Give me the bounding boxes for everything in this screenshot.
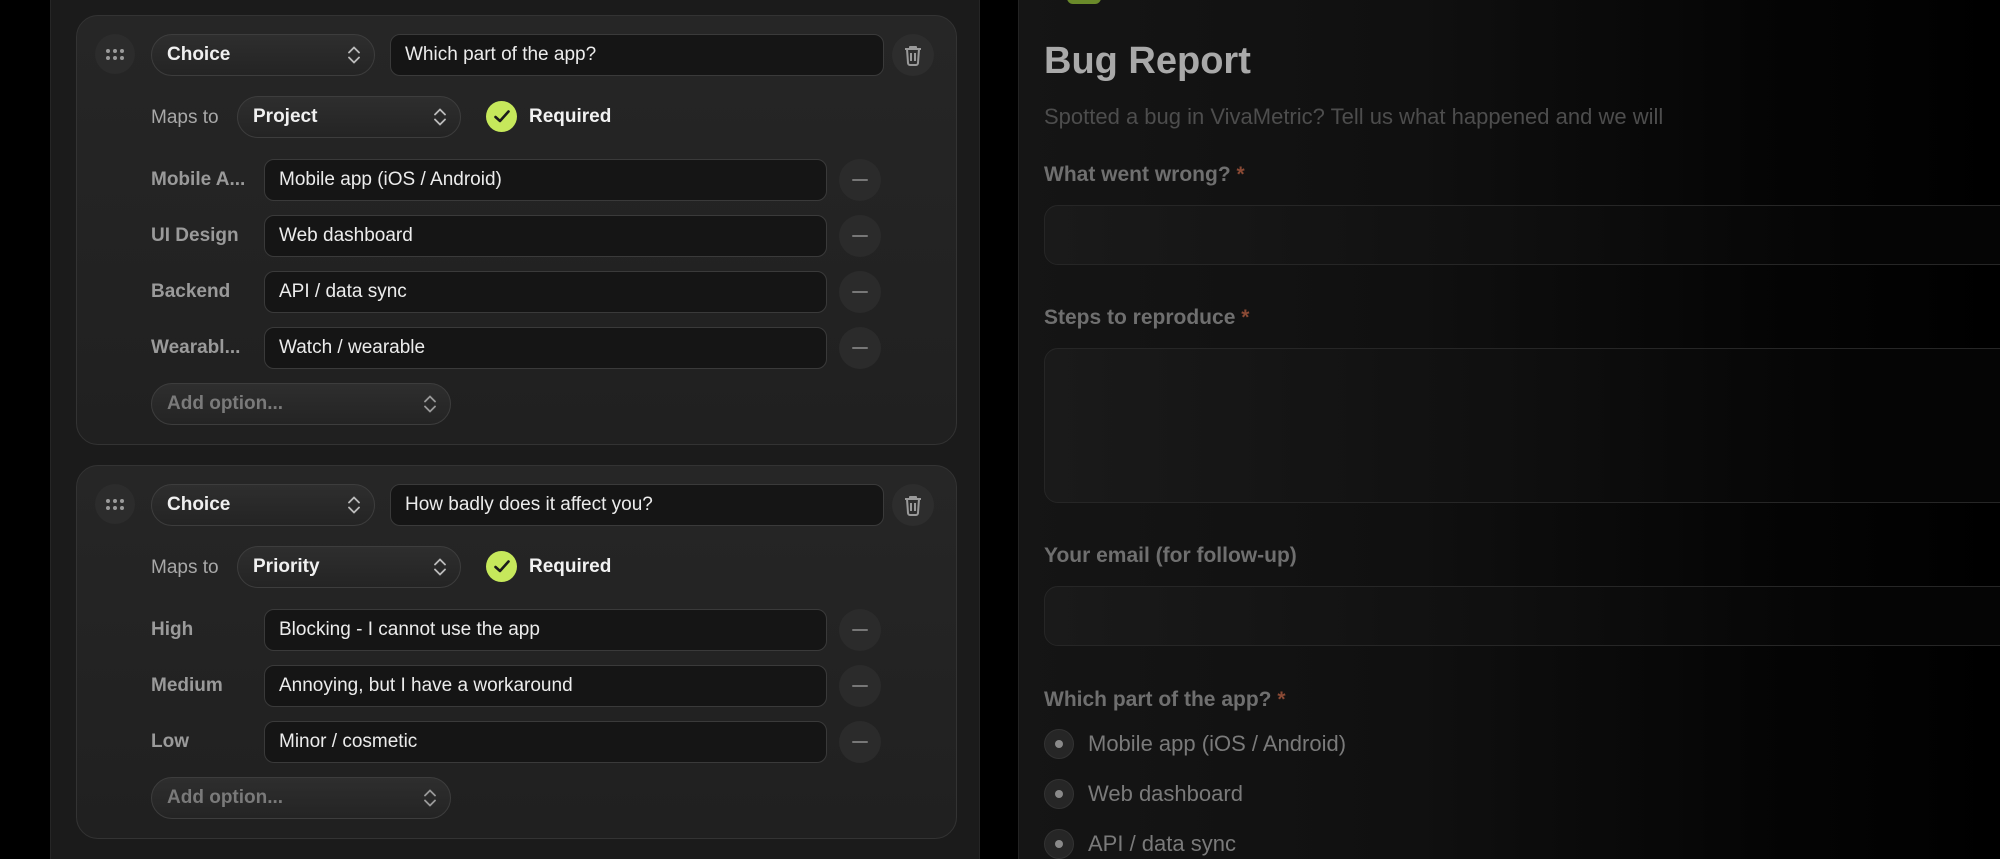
- required-star: *: [1241, 306, 1250, 329]
- maps-to-label: Maps to: [151, 107, 219, 128]
- required-label: Required: [529, 555, 612, 577]
- question-text-input[interactable]: Which part of the app?: [390, 34, 884, 76]
- trash-icon: [905, 46, 921, 66]
- chevron-up-down-icon: [348, 496, 360, 514]
- option-key: Backend: [151, 281, 231, 302]
- add-option-placeholder: Add option...: [167, 787, 284, 808]
- maps-to-select[interactable]: Project: [237, 96, 461, 138]
- what-went-wrong-input[interactable]: [1044, 205, 2000, 265]
- option-label-input[interactable]: API / data sync: [264, 271, 827, 313]
- form-editor-panel: Choice Which part of the app? Maps to Pr…: [50, 0, 980, 859]
- radio-button[interactable]: [1044, 779, 1074, 809]
- question-type-select[interactable]: Choice: [151, 34, 375, 76]
- email-input[interactable]: [1044, 586, 2000, 646]
- form-subtitle: Spotted a bug in VivaMetric? Tell us wha…: [1044, 104, 1664, 129]
- remove-option-button[interactable]: [839, 327, 881, 369]
- trash-icon: [905, 496, 921, 516]
- drag-handle-icon[interactable]: [95, 484, 135, 524]
- minus-icon: [852, 235, 868, 237]
- chevron-up-down-icon: [434, 108, 446, 126]
- remove-option-button[interactable]: [839, 159, 881, 201]
- minus-icon: [852, 179, 868, 181]
- question-text-input[interactable]: How badly does it affect you?: [390, 484, 884, 526]
- question-card: Choice How badly does it affect you? Map…: [76, 465, 957, 839]
- field-label: Your email (for follow-up): [1044, 544, 1297, 568]
- radio-button[interactable]: [1044, 729, 1074, 759]
- required-label: Required: [529, 105, 612, 127]
- option-label-input[interactable]: Web dashboard: [264, 215, 827, 257]
- question-type-value: Choice: [167, 44, 231, 65]
- option-label-input[interactable]: Annoying, but I have a workaround: [264, 665, 827, 707]
- radio-option-label: API / data sync: [1088, 831, 1236, 856]
- option-key: High: [151, 619, 194, 640]
- option-label-input[interactable]: Watch / wearable: [264, 327, 827, 369]
- question-type-value: Choice: [167, 494, 231, 515]
- option-key: Low: [151, 731, 189, 752]
- option-key: UI Design: [151, 225, 239, 246]
- form-preview-panel: Bug Report Spotted a bug in VivaMetric? …: [1018, 0, 2000, 859]
- delete-question-button[interactable]: [892, 34, 934, 76]
- remove-option-button[interactable]: [839, 271, 881, 313]
- field-label-text: Your email (for follow-up): [1044, 544, 1297, 567]
- radio-option[interactable]: API / data sync: [1044, 829, 1236, 859]
- minus-icon: [852, 291, 868, 293]
- required-toggle[interactable]: Required: [486, 101, 611, 132]
- steps-to-reproduce-textarea[interactable]: [1044, 348, 2000, 503]
- add-option-placeholder: Add option...: [167, 393, 284, 414]
- remove-option-button[interactable]: [839, 665, 881, 707]
- radio-option[interactable]: Web dashboard: [1044, 779, 1243, 809]
- option-label-input[interactable]: Minor / cosmetic: [264, 721, 827, 763]
- option-label-input[interactable]: Mobile app (iOS / Android): [264, 159, 827, 201]
- check-icon: [486, 551, 517, 582]
- radio-option-label: Web dashboard: [1088, 781, 1243, 806]
- add-option-select[interactable]: Add option...: [151, 777, 451, 819]
- maps-to-label: Maps to: [151, 557, 219, 578]
- maps-to-select[interactable]: Priority: [237, 546, 461, 588]
- chevron-up-down-icon: [424, 789, 436, 807]
- option-key: Medium: [151, 675, 223, 696]
- required-star: *: [1236, 163, 1245, 186]
- field-label: Steps to reproduce *: [1044, 306, 1249, 330]
- add-option-select[interactable]: Add option...: [151, 383, 451, 425]
- minus-icon: [852, 685, 868, 687]
- question-card: Choice Which part of the app? Maps to Pr…: [76, 15, 957, 445]
- radio-button[interactable]: [1044, 829, 1074, 859]
- field-label-text: Steps to reproduce: [1044, 306, 1236, 329]
- maps-to-value: Priority: [253, 556, 320, 577]
- minus-icon: [852, 629, 868, 631]
- option-key: Wearabl...: [151, 337, 241, 358]
- remove-option-button[interactable]: [839, 609, 881, 651]
- option-key: Mobile A...: [151, 169, 246, 190]
- field-label: Which part of the app? *: [1044, 688, 1286, 712]
- question-type-select[interactable]: Choice: [151, 484, 375, 526]
- radio-option[interactable]: Mobile app (iOS / Android): [1044, 729, 1346, 759]
- remove-option-button[interactable]: [839, 721, 881, 763]
- field-label-text: What went wrong?: [1044, 163, 1231, 186]
- option-label-input[interactable]: Blocking - I cannot use the app: [264, 609, 827, 651]
- field-label: What went wrong? *: [1044, 163, 1245, 187]
- check-icon: [486, 101, 517, 132]
- maps-to-value: Project: [253, 106, 318, 127]
- field-label-text: Which part of the app?: [1044, 688, 1272, 711]
- chevron-up-down-icon: [434, 558, 446, 576]
- minus-icon: [852, 347, 868, 349]
- required-star: *: [1277, 688, 1286, 711]
- chevron-up-down-icon: [348, 46, 360, 64]
- form-title: Bug Report: [1044, 40, 1251, 82]
- radio-option-label: Mobile app (iOS / Android): [1088, 731, 1347, 756]
- minus-icon: [852, 741, 868, 743]
- remove-option-button[interactable]: [839, 215, 881, 257]
- drag-handle-icon[interactable]: [95, 34, 135, 74]
- required-toggle[interactable]: Required: [486, 551, 611, 582]
- app-logo: [1067, 0, 1101, 4]
- delete-question-button[interactable]: [892, 484, 934, 526]
- chevron-up-down-icon: [424, 395, 436, 413]
